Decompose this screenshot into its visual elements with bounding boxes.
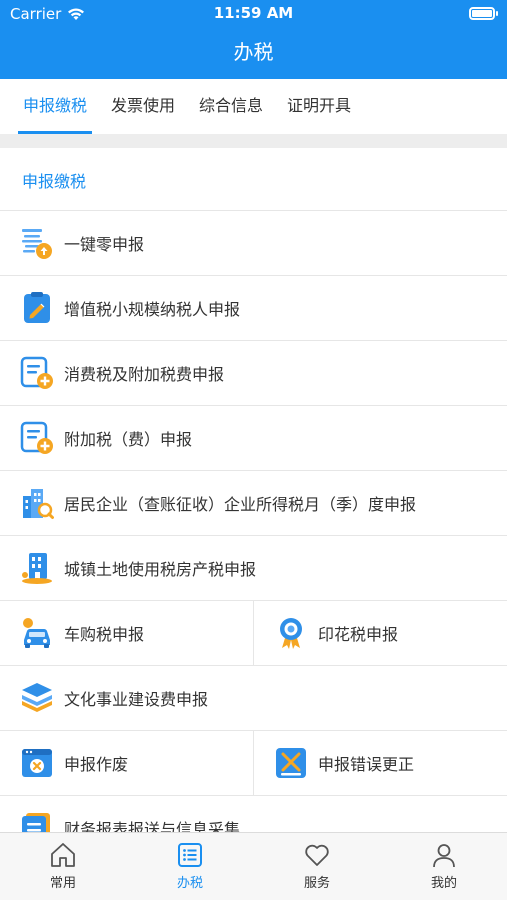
tabbar-label: 办税 — [176, 876, 203, 891]
status-time: 11:59 AM — [213, 4, 294, 22]
item-correct-error[interactable]: 申报错误更正 — [254, 731, 507, 795]
tabbar-label: 常用 — [49, 876, 76, 891]
declare-list: 申报缴税 一键零申报 增值税小规模纳税人申报 消费税及附加税费申报 附加税（费）… — [0, 148, 507, 832]
document-add-icon — [20, 356, 53, 389]
item-enterprise-income[interactable]: 居民企业（查账征收）企业所得税月（季）度申报 — [0, 471, 507, 535]
item-land-property[interactable]: 城镇土地使用税房产税申报 — [0, 536, 507, 600]
item-label: 印花税申报 — [318, 625, 399, 644]
item-vehicle-purchase[interactable]: 车购税申报 — [0, 601, 253, 665]
tab-invoice-use[interactable]: 发票使用 — [108, 79, 178, 134]
status-bar: Carrier 11:59 AM — [0, 0, 507, 28]
list-row: 申报作废 申报错误更正 — [0, 730, 507, 795]
tab-declare-pay[interactable]: 申报缴税 — [18, 79, 92, 134]
list-row: 文化事业建设费申报 — [0, 665, 507, 730]
nav-bar: 办税 — [0, 28, 507, 79]
tabbar-item-tax[interactable]: 办税 — [127, 833, 253, 900]
tabbar-item-service[interactable]: 服务 — [254, 833, 380, 900]
item-zero-declare[interactable]: 一键零申报 — [0, 211, 507, 275]
item-label: 财务报表报送与信息采集 — [64, 820, 241, 832]
zero-declare-icon — [22, 229, 52, 259]
tab-certificate[interactable]: 证明开具 — [284, 79, 354, 134]
item-label: 增值税小规模纳税人申报 — [64, 300, 241, 319]
item-label: 一键零申报 — [64, 235, 145, 254]
tabbar-item-mine[interactable]: 我的 — [381, 833, 507, 900]
home-icon — [51, 843, 75, 867]
tab-general-info[interactable]: 综合信息 — [195, 79, 267, 134]
list-row: 财务报表报送与信息采集 — [0, 795, 507, 832]
item-label: 附加税（费）申报 — [64, 430, 193, 449]
document-add-icon — [20, 421, 53, 454]
seal-stamp-icon — [280, 618, 302, 649]
category-tabs: 申报缴税 发票使用 综合信息 证明开具 — [0, 79, 507, 134]
building-search-icon — [23, 489, 54, 519]
city-building-icon — [22, 553, 52, 584]
item-vat-small[interactable]: 增值税小规模纳税人申报 — [0, 276, 507, 340]
tabbar-label: 我的 — [430, 876, 457, 891]
item-financial-report[interactable]: 财务报表报送与信息采集 — [0, 796, 507, 832]
item-label: 消费税及附加税费申报 — [64, 365, 225, 384]
list-row: 增值税小规模纳税人申报 — [0, 275, 507, 340]
item-label: 申报作废 — [64, 755, 129, 774]
car-icon — [23, 618, 50, 648]
heart-icon — [305, 844, 329, 866]
list-row: 车购税申报 印花税申报 — [0, 600, 507, 665]
page-title: 办税 — [233, 40, 274, 64]
item-surcharge[interactable]: 附加税（费）申报 — [0, 406, 507, 470]
list-row: 城镇土地使用税房产税申报 — [0, 535, 507, 600]
list-row: 一键零申报 — [0, 210, 507, 275]
item-stamp-duty[interactable]: 印花税申报 — [254, 601, 507, 665]
item-culture-fee[interactable]: 文化事业建设费申报 — [0, 666, 507, 730]
list-row: 居民企业（查账征收）企业所得税月（季）度申报 — [0, 470, 507, 535]
list-row: 附加税（费）申报 — [0, 405, 507, 470]
item-consumption-tax[interactable]: 消费税及附加税费申报 — [0, 341, 507, 405]
clipboard-edit-icon — [24, 292, 50, 323]
item-void-declare[interactable]: 申报作废 — [0, 731, 253, 795]
error-correction-icon — [276, 748, 306, 778]
item-label: 文化事业建设费申报 — [64, 690, 209, 709]
item-label: 申报错误更正 — [318, 755, 415, 774]
tabbar-label: 服务 — [303, 876, 330, 891]
bottom-tab-bar: 常用 办税 服务 我的 — [0, 832, 507, 900]
item-label: 城镇土地使用税房产税申报 — [64, 560, 257, 579]
item-label: 居民企业（查账征收）企业所得税月（季）度申报 — [64, 495, 417, 514]
list-icon — [178, 843, 202, 867]
tabbar-item-common[interactable]: 常用 — [0, 833, 126, 900]
layers-icon — [22, 683, 52, 712]
section-title: 申报缴税 — [22, 172, 87, 191]
item-label: 车购税申报 — [64, 625, 145, 644]
battery-icon — [469, 7, 498, 20]
list-row: 消费税及附加税费申报 — [0, 340, 507, 405]
section-divider — [0, 134, 507, 148]
user-icon — [433, 844, 455, 868]
report-icon — [22, 813, 50, 832]
cancel-window-icon — [22, 749, 52, 777]
